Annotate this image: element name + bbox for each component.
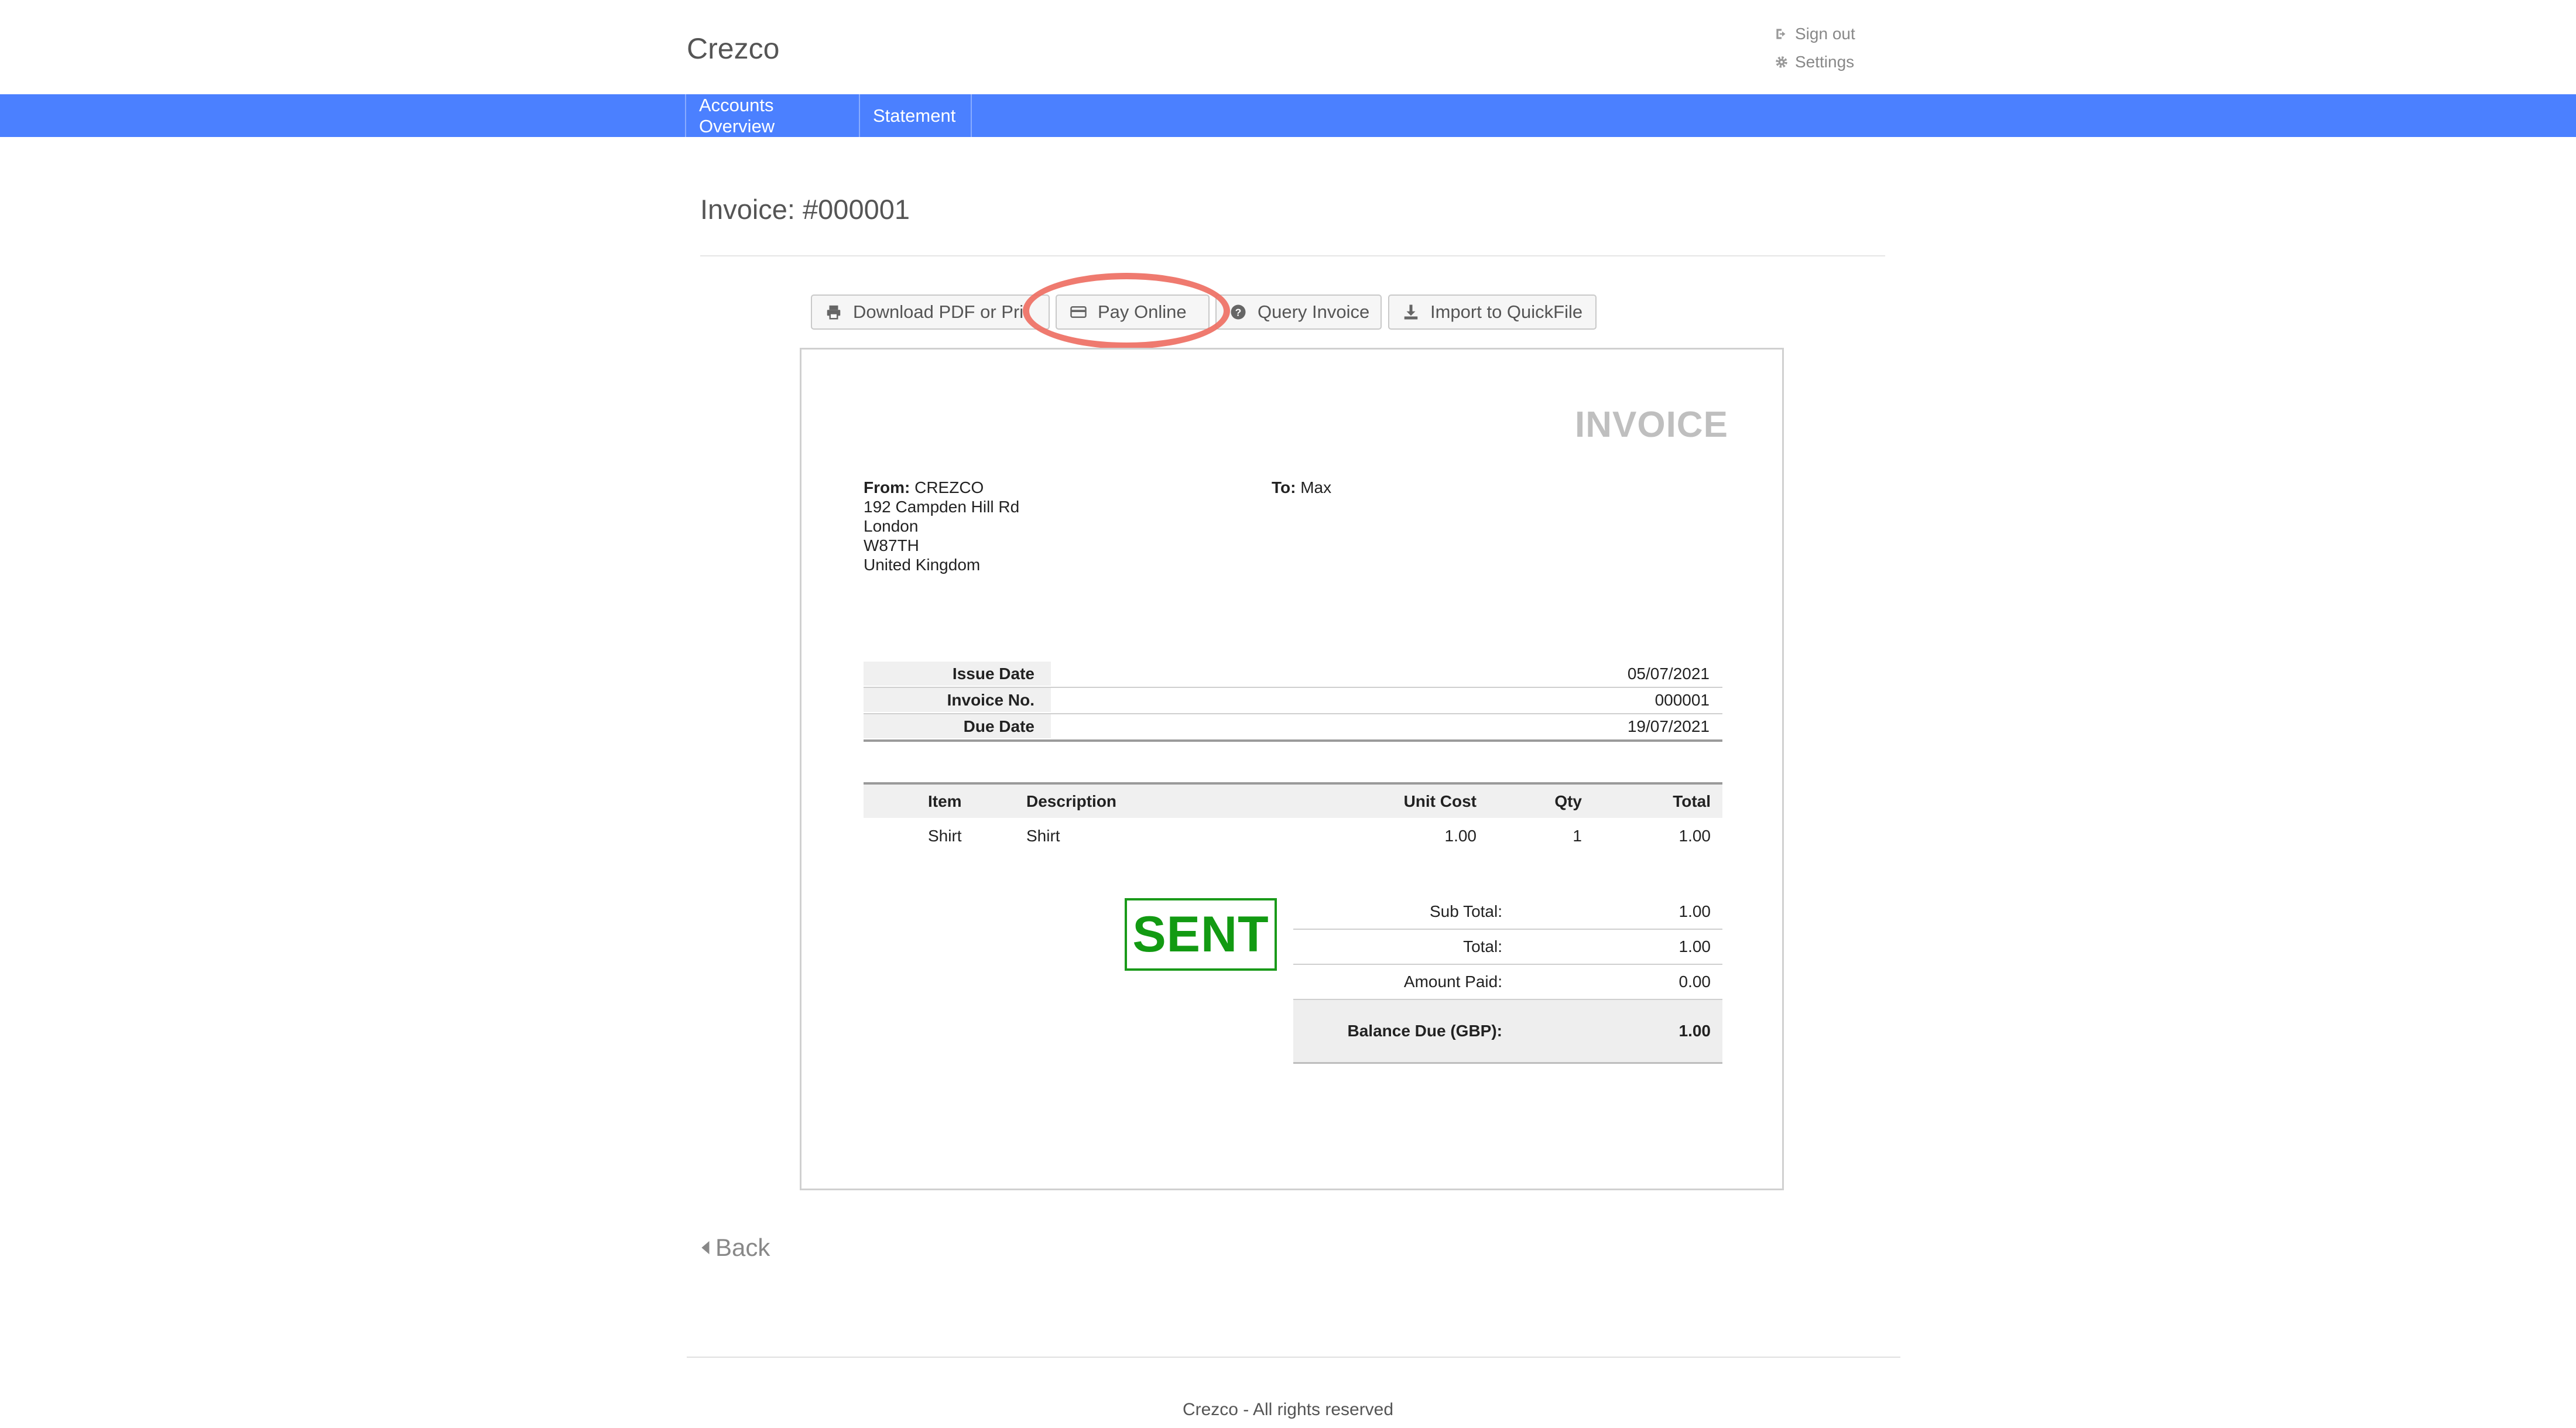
total-value: 0.00	[1678, 972, 1711, 991]
total-label: Amount Paid:	[1403, 972, 1502, 991]
meta-row-due-date: Due Date 19/07/2021	[864, 714, 1722, 742]
settings-label: Settings	[1795, 53, 1855, 71]
from-name: CREZCO	[914, 478, 984, 496]
question-circle-icon: ?	[1231, 304, 1246, 320]
column-header-unit-cost: Unit Cost	[1403, 792, 1477, 810]
from-address-line: 192 Campden Hill Rd	[864, 498, 1020, 516]
balance-due-row: Balance Due (GBP): 1.00	[1293, 1000, 1722, 1064]
meta-value: 000001	[1654, 691, 1710, 709]
totals-table: Sub Total: 1.00 Total: 1.00 Amount Paid:…	[1293, 895, 1722, 1064]
subtotal-row: Sub Total: 1.00	[1293, 895, 1722, 930]
brand-name[interactable]: Crezco	[687, 32, 779, 66]
query-invoice-label: Query Invoice	[1258, 302, 1370, 322]
footer-divider	[687, 1357, 1900, 1358]
page-title: Invoice: #000001	[700, 194, 910, 225]
nav-accounts-overview[interactable]: Accounts Overview	[685, 94, 860, 137]
meta-label: Due Date	[864, 714, 1051, 738]
sign-out-link[interactable]: Sign out	[1774, 20, 1855, 48]
to-label: To:	[1272, 478, 1296, 496]
download-icon	[1404, 304, 1418, 320]
footer-copyright: Crezco - All rights reserved	[1182, 1400, 1394, 1419]
table-header: Item Description Unit Cost Qty Total	[864, 782, 1722, 818]
settings-link[interactable]: Settings	[1774, 48, 1855, 76]
cell-total: 1.00	[1678, 827, 1711, 845]
svg-text:?: ?	[1235, 306, 1242, 318]
back-label: Back	[715, 1234, 770, 1261]
caret-left-icon	[701, 1241, 710, 1255]
total-value: 1.00	[1678, 937, 1711, 956]
to-address: To: Max	[1272, 478, 1331, 497]
from-address-line: United Kingdom	[864, 556, 981, 574]
user-links: Sign out Settings	[1774, 20, 1855, 76]
download-pdf-button[interactable]: Download PDF or Pri	[811, 294, 1050, 330]
total-label: Total:	[1463, 937, 1502, 956]
annotation-highlight-circle	[1023, 273, 1230, 349]
meta-value: 19/07/2021	[1627, 717, 1710, 735]
to-name: Max	[1300, 478, 1332, 496]
meta-value: 05/07/2021	[1627, 665, 1710, 683]
import-quickfile-button[interactable]: Import to QuickFile	[1388, 294, 1597, 330]
main-navbar: Accounts Overview Statement	[0, 94, 2576, 137]
import-quickfile-label: Import to QuickFile	[1430, 302, 1583, 322]
meta-row-issue-date: Issue Date 05/07/2021	[864, 662, 1722, 688]
table-row: Shirt Shirt 1.00 1 1.00	[864, 818, 1722, 854]
cell-qty: 1	[1573, 827, 1582, 845]
total-value: 1.00	[1678, 902, 1711, 920]
line-items-table: Item Description Unit Cost Qty Total Shi…	[864, 782, 1722, 854]
back-link[interactable]: Back	[700, 1234, 770, 1262]
total-label: Sub Total:	[1429, 902, 1502, 920]
download-pdf-label: Download PDF or Pri	[853, 302, 1024, 322]
invoice-heading: INVOICE	[1575, 405, 1728, 445]
cell-description: Shirt	[1026, 827, 1060, 845]
status-stamp: SENT	[1125, 898, 1277, 971]
column-header-item: Item	[928, 792, 962, 810]
sign-out-label: Sign out	[1795, 25, 1855, 43]
total-value: 1.00	[1678, 1022, 1711, 1040]
nav-statement[interactable]: Statement	[860, 94, 972, 137]
cell-item: Shirt	[928, 827, 962, 845]
sign-out-icon	[1776, 29, 1786, 39]
from-address: From: CREZCO 192 Campden Hill Rd London …	[864, 478, 1019, 574]
meta-label: Issue Date	[864, 662, 1051, 686]
invoice-meta-table: Issue Date 05/07/2021 Invoice No. 000001…	[864, 662, 1722, 742]
from-label: From:	[864, 478, 910, 496]
total-label: Balance Due (GBP):	[1347, 1022, 1503, 1040]
column-header-total: Total	[1673, 792, 1711, 810]
column-header-description: Description	[1026, 792, 1117, 810]
cell-unit-cost: 1.00	[1444, 827, 1477, 845]
from-address-line: London	[864, 517, 919, 535]
printer-icon	[827, 305, 841, 320]
amount-paid-row: Amount Paid: 0.00	[1293, 965, 1722, 1000]
total-row: Total: 1.00	[1293, 930, 1722, 965]
from-address-line: W87TH	[864, 536, 919, 554]
invoice-document	[800, 348, 1784, 1190]
column-header-qty: Qty	[1554, 792, 1582, 810]
gear-icon	[1776, 56, 1787, 68]
title-divider	[700, 255, 1885, 256]
query-invoice-button[interactable]: ? Query Invoice	[1215, 294, 1382, 330]
meta-label: Invoice No.	[864, 688, 1051, 712]
meta-row-invoice-no: Invoice No. 000001	[864, 688, 1722, 714]
